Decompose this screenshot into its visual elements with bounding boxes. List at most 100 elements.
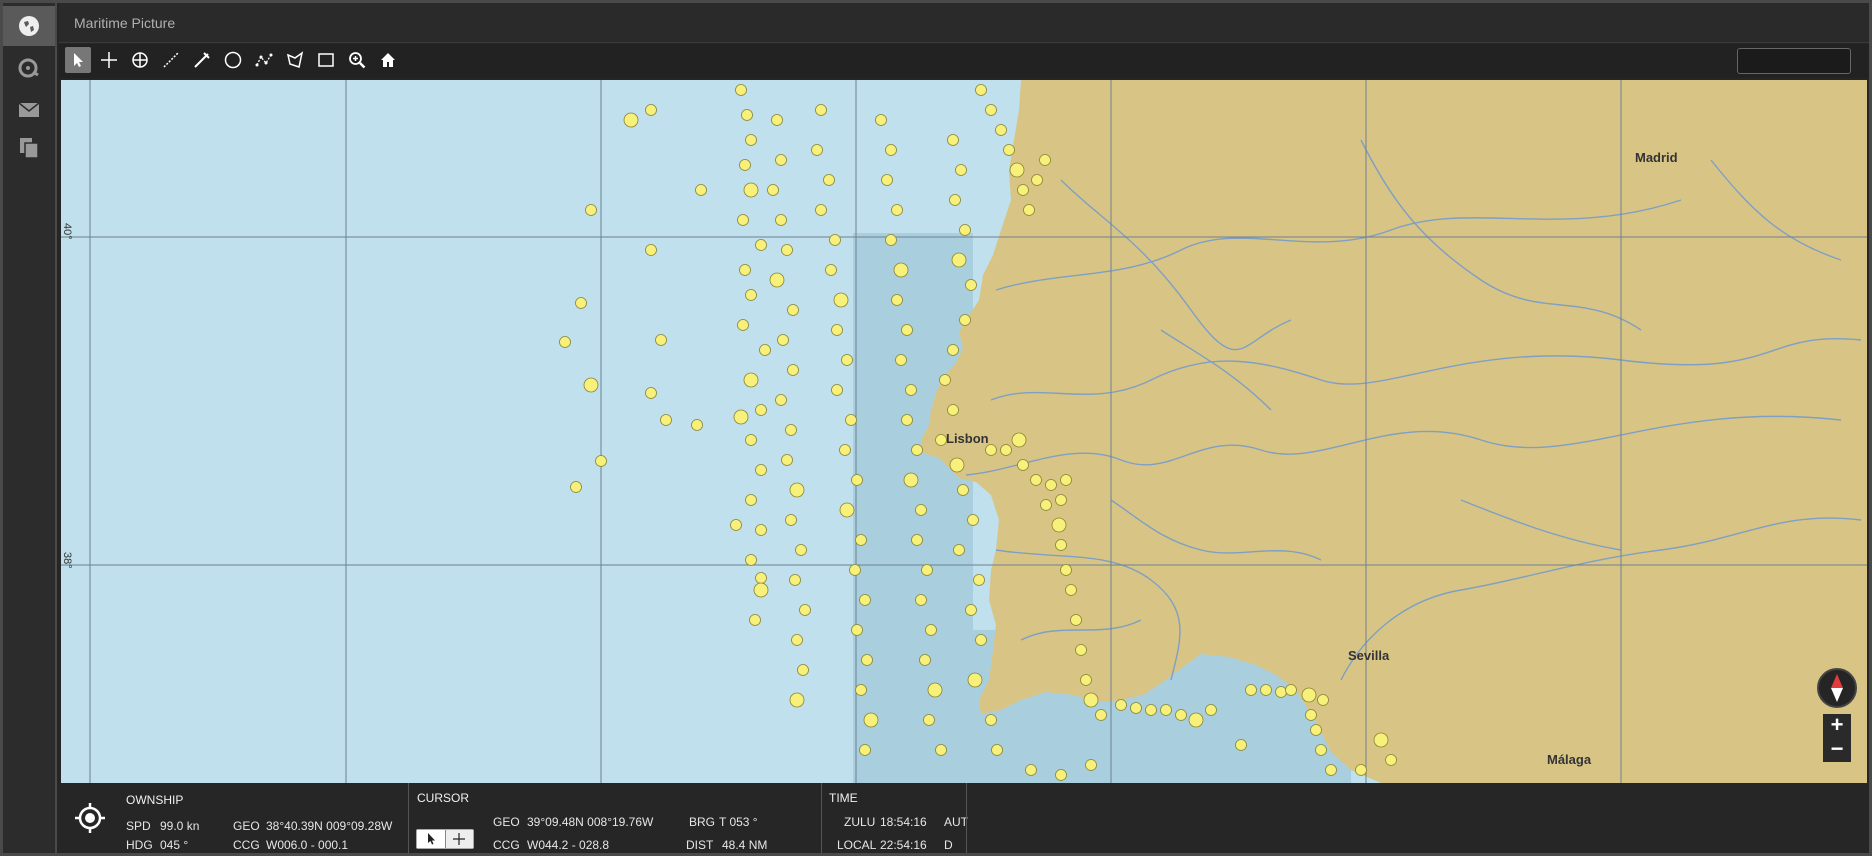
tool-polygon[interactable] <box>282 47 308 73</box>
vessel-contact-marker[interactable] <box>947 134 959 146</box>
vessel-contact-marker[interactable] <box>737 319 749 331</box>
vessel-contact-marker[interactable] <box>1235 739 1247 751</box>
vessel-contact-marker[interactable] <box>785 424 797 436</box>
vessel-contact-marker[interactable] <box>811 144 823 156</box>
vessel-contact-marker[interactable] <box>1083 692 1099 708</box>
vessel-contact-marker[interactable] <box>767 184 779 196</box>
vessel-contact-marker[interactable] <box>995 124 1007 136</box>
vessel-contact-marker[interactable] <box>789 482 805 498</box>
vessel-contact-marker[interactable] <box>583 377 599 393</box>
vessel-contact-marker[interactable] <box>595 455 607 467</box>
sidebar-item-documents[interactable] <box>3 128 55 168</box>
vessel-contact-marker[interactable] <box>1017 184 1029 196</box>
vessel-contact-marker[interactable] <box>755 572 767 584</box>
vessel-contact-marker[interactable] <box>815 104 827 116</box>
vessel-contact-marker[interactable] <box>935 744 947 756</box>
vessel-contact-marker[interactable] <box>787 364 799 376</box>
search-input[interactable] <box>1737 48 1851 74</box>
vessel-contact-marker[interactable] <box>660 414 672 426</box>
vessel-contact-marker[interactable] <box>839 444 851 456</box>
vessel-contact-marker[interactable] <box>891 294 903 306</box>
vessel-contact-marker[interactable] <box>1070 614 1082 626</box>
vessel-contact-marker[interactable] <box>985 104 997 116</box>
vessel-contact-marker[interactable] <box>743 182 759 198</box>
vessel-contact-marker[interactable] <box>911 534 923 546</box>
vessel-contact-marker[interactable] <box>797 664 809 676</box>
vessel-contact-marker[interactable] <box>775 394 787 406</box>
tool-add-point[interactable] <box>96 47 122 73</box>
vessel-contact-marker[interactable] <box>947 404 959 416</box>
vessel-contact-marker[interactable] <box>1060 474 1072 486</box>
vessel-contact-marker[interactable] <box>935 434 947 446</box>
vessel-contact-marker[interactable] <box>781 244 793 256</box>
vessel-contact-marker[interactable] <box>745 289 757 301</box>
vessel-contact-marker[interactable] <box>769 272 785 288</box>
vessel-contact-marker[interactable] <box>645 104 657 116</box>
vessel-contact-marker[interactable] <box>927 682 943 698</box>
vessel-contact-marker[interactable] <box>559 336 571 348</box>
vessel-contact-marker[interactable] <box>967 672 983 688</box>
vessel-contact-marker[interactable] <box>735 84 747 96</box>
vessel-contact-marker[interactable] <box>925 624 937 636</box>
sidebar-item-map-view[interactable] <box>3 6 55 46</box>
vessel-contact-marker[interactable] <box>791 634 803 646</box>
vessel-contact-marker[interactable] <box>1075 644 1087 656</box>
vessel-contact-marker[interactable] <box>775 154 787 166</box>
vessel-contact-marker[interactable] <box>1009 162 1025 178</box>
vessel-contact-marker[interactable] <box>833 292 849 308</box>
vessel-contact-marker[interactable] <box>973 574 985 586</box>
vessel-contact-marker[interactable] <box>949 194 961 206</box>
vessel-contact-marker[interactable] <box>775 214 787 226</box>
vessel-contact-marker[interactable] <box>745 434 757 446</box>
vessel-contact-marker[interactable] <box>893 262 909 278</box>
tool-polyline[interactable] <box>251 47 277 73</box>
vessel-contact-marker[interactable] <box>1065 584 1077 596</box>
vessel-contact-marker[interactable] <box>959 314 971 326</box>
vessel-contact-marker[interactable] <box>915 504 927 516</box>
tool-rectangle[interactable] <box>313 47 339 73</box>
vessel-contact-marker[interactable] <box>730 519 742 531</box>
map-canvas[interactable]: 40° 38° Madrid Lisbon Sevilla Málaga + − <box>61 80 1867 783</box>
vessel-contact-marker[interactable] <box>1355 764 1367 776</box>
vessel-contact-marker[interactable] <box>787 304 799 316</box>
vessel-contact-marker[interactable] <box>1305 709 1317 721</box>
vessel-contact-marker[interactable] <box>991 744 1003 756</box>
vessel-contact-marker[interactable] <box>881 174 893 186</box>
vessel-contact-marker[interactable] <box>749 614 761 626</box>
vessel-contact-marker[interactable] <box>799 604 811 616</box>
vessel-contact-marker[interactable] <box>575 297 587 309</box>
vessel-contact-marker[interactable] <box>1115 699 1127 711</box>
vessel-contact-marker[interactable] <box>1051 517 1067 533</box>
vessel-contact-marker[interactable] <box>839 502 855 518</box>
vessel-contact-marker[interactable] <box>823 174 835 186</box>
vessel-contact-marker[interactable] <box>1023 204 1035 216</box>
vessel-contact-marker[interactable] <box>855 534 867 546</box>
vessel-contact-marker[interactable] <box>755 524 767 536</box>
tool-target[interactable] <box>127 47 153 73</box>
vessel-contact-marker[interactable] <box>1095 709 1107 721</box>
vessel-contact-marker[interactable] <box>1030 474 1042 486</box>
vessel-contact-marker[interactable] <box>570 481 582 493</box>
sidebar-item-messages[interactable] <box>3 90 55 130</box>
vessel-contact-marker[interactable] <box>1017 459 1029 471</box>
vessel-contact-marker[interactable] <box>733 409 749 425</box>
vessel-contact-marker[interactable] <box>1040 499 1052 511</box>
vessel-contact-marker[interactable] <box>831 324 843 336</box>
vessel-contact-marker[interactable] <box>753 582 769 598</box>
vessel-contact-marker[interactable] <box>841 354 853 366</box>
vessel-contact-marker[interactable] <box>695 184 707 196</box>
tool-zoom[interactable] <box>344 47 370 73</box>
vessel-contact-marker[interactable] <box>911 444 923 456</box>
vessel-contact-marker[interactable] <box>1301 687 1317 703</box>
vessel-contact-marker[interactable] <box>1085 759 1097 771</box>
vessel-contact-marker[interactable] <box>1310 724 1322 736</box>
vessel-contact-marker[interactable] <box>745 494 757 506</box>
vessel-contact-marker[interactable] <box>1315 744 1327 756</box>
vessel-contact-marker[interactable] <box>755 464 767 476</box>
vessel-contact-marker[interactable] <box>1175 709 1187 721</box>
vessel-contact-marker[interactable] <box>1317 694 1329 706</box>
vessel-contact-marker[interactable] <box>737 214 749 226</box>
vessel-contact-marker[interactable] <box>845 414 857 426</box>
vessel-contact-marker[interactable] <box>1145 704 1157 716</box>
vessel-contact-marker[interactable] <box>1130 702 1142 714</box>
